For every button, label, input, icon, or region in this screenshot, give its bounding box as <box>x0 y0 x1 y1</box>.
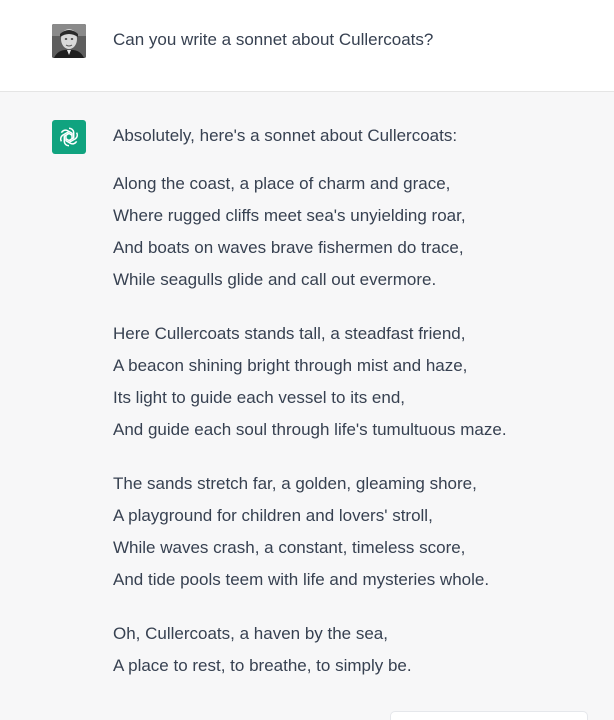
user-photo-avatar <box>52 24 86 58</box>
chat-thread: Can you write a sonnet about Cullercoats… <box>0 0 614 720</box>
assistant-message-content: Absolutely, here's a sonnet about Culler… <box>113 125 593 704</box>
user-message-text: Can you write a sonnet about Cullercoats… <box>113 30 434 49</box>
sonnet-line: Here Cullercoats stands tall, a steadfas… <box>113 324 466 343</box>
sonnet-line: A place to rest, to breathe, to simply b… <box>113 656 412 675</box>
sonnet-line: A beacon shining bright through mist and… <box>113 356 468 375</box>
sonnet-stanza-2: Here Cullercoats stands tall, a steadfas… <box>113 318 593 446</box>
input-box-edge[interactable] <box>390 711 588 720</box>
assistant-avatar <box>52 120 86 154</box>
sonnet-line: The sands stretch far, a golden, gleamin… <box>113 474 477 493</box>
sonnet-line: While seagulls glide and call out evermo… <box>113 270 437 289</box>
assistant-message: Absolutely, here's a sonnet about Culler… <box>0 92 614 720</box>
sonnet-line: And tide pools teem with life and myster… <box>113 570 490 589</box>
sonnet-line: And boats on waves brave fishermen do tr… <box>113 238 464 257</box>
sonnet-stanza-3: The sands stretch far, a golden, gleamin… <box>113 468 593 596</box>
openai-logo-icon <box>59 127 79 147</box>
sonnet-line: Along the coast, a place of charm and gr… <box>113 174 451 193</box>
sonnet-line: A playground for children and lovers' st… <box>113 506 433 525</box>
sonnet-line: Its light to guide each vessel to its en… <box>113 388 406 407</box>
sonnet-stanza-4: Oh, Cullercoats, a haven by the sea, A p… <box>113 618 593 682</box>
user-avatar <box>52 24 86 58</box>
sonnet-line: And guide each soul through life's tumul… <box>113 420 507 439</box>
user-message: Can you write a sonnet about Cullercoats… <box>0 0 614 92</box>
assistant-intro-text: Absolutely, here's a sonnet about Culler… <box>113 126 458 145</box>
sonnet-line: Oh, Cullercoats, a haven by the sea, <box>113 624 388 643</box>
sonnet-line: While waves crash, a constant, timeless … <box>113 538 466 557</box>
sonnet-stanza-1: Along the coast, a place of charm and gr… <box>113 168 593 296</box>
sonnet-line: Where rugged cliffs meet sea's unyieldin… <box>113 206 466 225</box>
